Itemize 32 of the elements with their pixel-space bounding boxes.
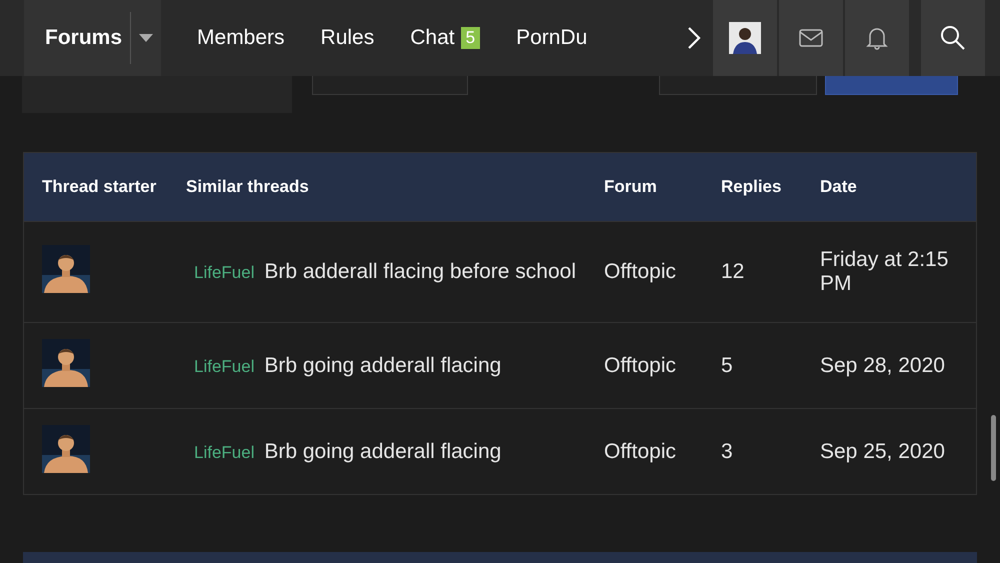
envelope-icon bbox=[799, 29, 823, 47]
table-cell: 5 bbox=[721, 354, 733, 376]
nav-tab[interactable]: Members bbox=[197, 26, 285, 50]
table-cell: Offtopic bbox=[604, 440, 676, 462]
search-icon bbox=[940, 25, 966, 51]
column-header: Similar threads bbox=[186, 177, 309, 196]
table-cell: Offtopic bbox=[604, 260, 676, 283]
table-cell: 3 bbox=[721, 440, 733, 462]
scrollbar[interactable] bbox=[991, 415, 996, 481]
account-button[interactable] bbox=[713, 0, 777, 76]
thread-title-link[interactable]: LifeFuel Brb going adderall flacing bbox=[186, 440, 502, 462]
nav-tab[interactable]: Chat 5 bbox=[410, 26, 480, 50]
thread-title-link[interactable]: LifeFuel Brb adderall flacing before school bbox=[186, 260, 576, 283]
column-header: Date bbox=[820, 177, 857, 196]
table-cell: Sep 28, 2020 bbox=[820, 354, 945, 376]
column-header: Replies bbox=[721, 177, 782, 196]
column-header: Forum bbox=[604, 177, 657, 196]
chevron-right-icon[interactable] bbox=[687, 26, 701, 50]
caret-icon[interactable] bbox=[139, 34, 154, 42]
table-cell: Sep 25, 2020 bbox=[820, 440, 945, 462]
table-cell: Offtopic bbox=[604, 354, 676, 376]
count-badge: 5 bbox=[460, 27, 480, 49]
thread-title-link[interactable]: LifeFuel Brb going adderall flacing bbox=[186, 354, 502, 376]
search-button[interactable] bbox=[921, 0, 985, 76]
table-cell: 12 bbox=[721, 260, 744, 283]
nav-tab[interactable]: PornDu bbox=[516, 26, 588, 50]
notifications-button[interactable] bbox=[845, 0, 909, 76]
nav-tab[interactable]: Rules bbox=[320, 26, 374, 50]
bell-icon bbox=[866, 26, 888, 50]
column-header: Thread starter bbox=[42, 177, 156, 196]
table-cell: Friday at 2:15 PM bbox=[820, 248, 948, 295]
mail-button[interactable] bbox=[779, 0, 843, 76]
